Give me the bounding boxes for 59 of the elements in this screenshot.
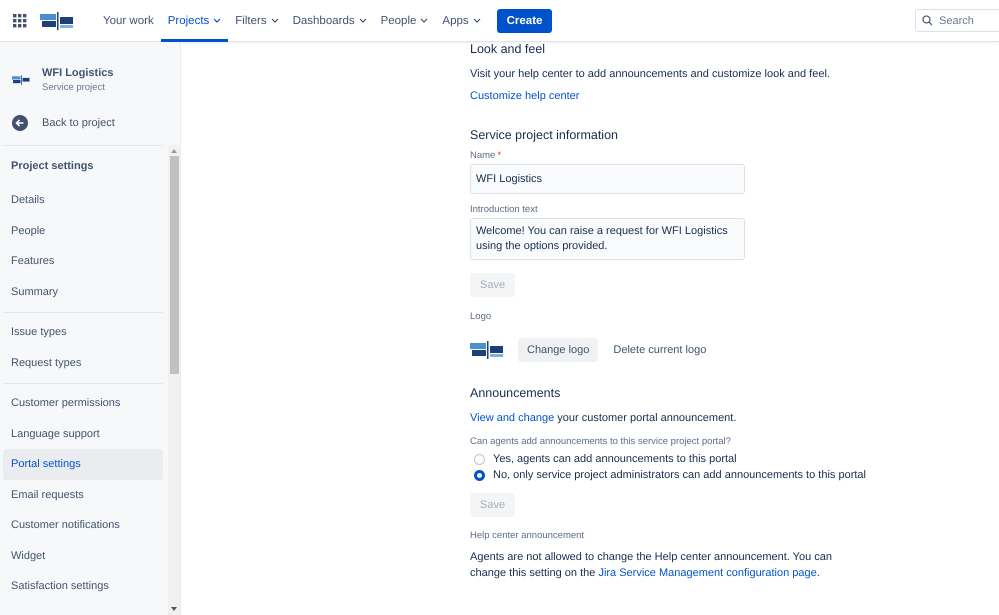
search-field[interactable]: Search bbox=[915, 9, 999, 32]
project-type: Service project bbox=[42, 82, 106, 93]
sidebar-item[interactable]: Customer permissions bbox=[3, 388, 164, 418]
nav-menu-item[interactable]: People bbox=[374, 0, 436, 42]
sidebar-item[interactable]: Details bbox=[3, 185, 164, 216]
sidebar-item[interactable]: Portal settings bbox=[3, 449, 164, 480]
sidebar-item[interactable]: Customer notifications bbox=[3, 510, 164, 540]
sidebar-item[interactable]: Request types bbox=[3, 348, 164, 378]
help-center-text: Agents are not allowed to change the Help center announcement. You can change this setting on the Jira Service Management configuration page. bbox=[470, 550, 834, 581]
chevron-down-icon bbox=[358, 18, 367, 23]
search-icon bbox=[922, 15, 933, 26]
field-label: Introduction text bbox=[470, 204, 539, 215]
sidebar-item[interactable]: Features bbox=[3, 246, 164, 276]
introduction-text-field[interactable]: Welcome! You can raise a request for WFI Logistics using the options provided. bbox=[470, 218, 745, 260]
description-text: Visit your help center to add announcements and customize look and feel. bbox=[470, 67, 831, 82]
question-label: Can agents add announcements to this service project portal? bbox=[470, 436, 732, 447]
delete-logo-button[interactable]: Delete current logo bbox=[604, 338, 716, 362]
section-title: Announcements bbox=[470, 386, 562, 400]
scrollbar-thumb[interactable] bbox=[170, 156, 179, 374]
sidebar-item[interactable]: Email requests bbox=[3, 480, 164, 510]
app-switcher-icon[interactable] bbox=[13, 14, 27, 28]
announcement-text: View and change your customer portal announcement. bbox=[470, 411, 738, 426]
company-logo-icon[interactable] bbox=[40, 12, 74, 30]
scrollbar[interactable] bbox=[168, 145, 180, 615]
radio-button[interactable] bbox=[474, 454, 485, 464]
field-label: Name * bbox=[470, 150, 502, 161]
section-heading: Project settings bbox=[10, 159, 95, 174]
create-button[interactable]: Create bbox=[496, 8, 552, 32]
view-and-change-link[interactable]: View and change bbox=[470, 412, 554, 424]
nav-menu-item[interactable]: Apps bbox=[435, 0, 488, 42]
customize-help-center-link[interactable]: Customize help center bbox=[470, 90, 580, 102]
sidebar-item[interactable]: Language support bbox=[3, 418, 164, 449]
radio-option[interactable]: No, only service project administrators can add announcements to this portal bbox=[470, 469, 890, 481]
back-to-project-link[interactable]: Back to project bbox=[0, 115, 180, 131]
project-name: WFI Logistics bbox=[42, 67, 114, 79]
nav-menu-item[interactable]: Dashboards bbox=[286, 0, 374, 42]
chevron-down-icon bbox=[420, 18, 428, 23]
sidebar-item[interactable]: People bbox=[3, 216, 164, 246]
chevron-down-icon bbox=[213, 18, 222, 23]
radio-button[interactable] bbox=[474, 470, 485, 480]
scroll-down-icon[interactable] bbox=[171, 607, 178, 611]
field-label: Logo bbox=[470, 311, 492, 322]
section-title: Service project information bbox=[470, 128, 619, 142]
radio-option[interactable]: Yes, agents can add announcements to this portal bbox=[470, 453, 890, 465]
nav-menu-item[interactable]: Filters bbox=[228, 0, 286, 42]
chevron-down-icon bbox=[472, 18, 481, 23]
change-logo-button[interactable]: Change logo bbox=[518, 338, 598, 362]
project-logo-icon bbox=[12, 75, 30, 85]
sidebar-item[interactable]: Issue types bbox=[3, 317, 164, 348]
sidebar-item[interactable]: Summary bbox=[3, 276, 164, 307]
section-title: Look and feel bbox=[470, 42, 546, 56]
nav-menu-item[interactable]: Your work bbox=[96, 0, 161, 42]
chevron-down-icon bbox=[270, 18, 279, 23]
name-input-field[interactable]: WFI Logistics bbox=[470, 164, 745, 194]
sidebar-item[interactable]: Widget bbox=[3, 540, 164, 571]
field-label: Help center announcement bbox=[470, 530, 586, 541]
sidebar-item[interactable]: Satisfaction settings bbox=[3, 571, 164, 602]
configuration-page-link[interactable]: Jira Service Management configuration page bbox=[598, 567, 817, 579]
project-logo-icon bbox=[470, 341, 504, 359]
